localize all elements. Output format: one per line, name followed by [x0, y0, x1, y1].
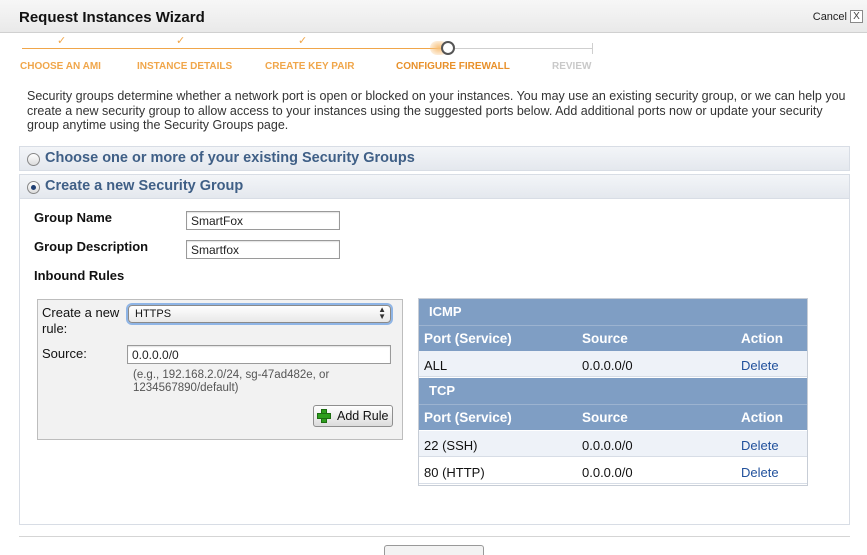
- existing-groups-option[interactable]: Choose one or more of your existing Secu…: [19, 146, 850, 171]
- continue-button[interactable]: [384, 545, 484, 555]
- check-icon: ✓: [57, 35, 67, 47]
- add-rule-button[interactable]: Add Rule: [313, 405, 393, 427]
- progress-end-marker: [592, 43, 593, 54]
- inbound-rules-label: Inbound Rules: [34, 268, 125, 283]
- current-step-circle-icon: [441, 41, 455, 55]
- existing-groups-radio[interactable]: [27, 153, 40, 166]
- delete-rule-link[interactable]: Delete: [741, 438, 779, 453]
- group-name-label: Group Name: [34, 210, 113, 225]
- new-group-radio[interactable]: [27, 181, 40, 194]
- step-review: REVIEW: [552, 61, 592, 72]
- select-arrows-icon: ▲ ▼: [378, 305, 386, 321]
- group-description-input[interactable]: Smartfox: [186, 240, 340, 259]
- column-header-action: Action: [741, 410, 783, 425]
- existing-groups-label[interactable]: Choose one or more of your existing Secu…: [45, 150, 415, 166]
- delete-rule-link[interactable]: Delete: [741, 358, 779, 373]
- plus-icon: [317, 409, 331, 423]
- new-group-option[interactable]: Create a new Security Group: [19, 174, 850, 199]
- rules-group-name: TCP: [429, 383, 455, 398]
- row-source: 0.0.0.0/0: [582, 358, 633, 373]
- delete-rule-link[interactable]: Delete: [741, 465, 779, 480]
- close-icon[interactable]: X: [850, 10, 863, 23]
- footer-divider: [19, 536, 850, 537]
- group-description-label: Group Description: [34, 239, 149, 254]
- add-rule-label: Add Rule: [337, 409, 389, 423]
- column-header-action: Action: [741, 331, 783, 346]
- cancel-link[interactable]: Cancel: [813, 11, 847, 23]
- current-step-indicator: [430, 41, 456, 55]
- source-hint: (e.g., 192.168.2.0/24, sg-47ad482e, or 1…: [133, 369, 330, 394]
- create-rule-label: Create a new rule:: [42, 305, 120, 336]
- step-configure-firewall: CONFIGURE FIREWALL: [396, 61, 510, 72]
- intro-text: Security groups determine whether a netw…: [27, 89, 846, 132]
- column-header-port: Port (Service): [424, 410, 512, 425]
- wizard-progress: ✓ ✓ ✓ CHOOSE AN AMI INSTANCE DETAILS CRE…: [0, 33, 867, 78]
- rule-type-select[interactable]: HTTPS ▲ ▼: [128, 305, 391, 323]
- rule-type-value: HTTPS: [135, 308, 172, 320]
- rules-group-name: ICMP: [429, 304, 462, 319]
- column-header-source: Source: [582, 410, 628, 425]
- step-choose-ami[interactable]: CHOOSE AN AMI: [20, 61, 101, 72]
- check-icon: ✓: [176, 35, 186, 47]
- column-header-source: Source: [582, 331, 628, 346]
- source-label: Source:: [42, 346, 87, 361]
- row-port: ALL: [424, 358, 448, 373]
- column-header-port: Port (Service): [424, 331, 512, 346]
- progress-line-done: [22, 48, 442, 49]
- table-row: 80 (HTTP) 0.0.0.0/0 Delete: [419, 458, 807, 484]
- group-name-input[interactable]: SmartFox: [186, 211, 340, 230]
- progress-line-remaining: [455, 48, 593, 49]
- step-create-key-pair[interactable]: CREATE KEY PAIR: [265, 61, 354, 72]
- rules-table: ICMP Port (Service) Source Action ALL 0.…: [418, 298, 808, 486]
- table-row: 22 (SSH) 0.0.0.0/0 Delete: [419, 431, 807, 457]
- row-port: 22 (SSH): [424, 438, 478, 453]
- rules-group-header: ICMP: [419, 299, 807, 325]
- step-instance-details[interactable]: INSTANCE DETAILS: [137, 61, 232, 72]
- row-source: 0.0.0.0/0: [582, 465, 633, 480]
- row-source: 0.0.0.0/0: [582, 438, 633, 453]
- table-header-row: Port (Service) Source Action: [419, 404, 807, 430]
- new-group-label[interactable]: Create a new Security Group: [45, 178, 243, 194]
- wizard-titlebar: Request Instances Wizard Cancel X: [0, 0, 867, 33]
- wizard-title: Request Instances Wizard: [19, 9, 205, 26]
- table-header-row: Port (Service) Source Action: [419, 325, 807, 351]
- row-port: 80 (HTTP): [424, 465, 485, 480]
- rules-group-header: TCP: [419, 378, 807, 404]
- source-input[interactable]: 0.0.0.0/0: [127, 345, 391, 364]
- check-icon: ✓: [298, 35, 308, 47]
- rule-editor: Create a new rule: HTTPS ▲ ▼ Source: 0.0.…: [37, 299, 403, 440]
- table-row: ALL 0.0.0.0/0 Delete: [419, 351, 807, 377]
